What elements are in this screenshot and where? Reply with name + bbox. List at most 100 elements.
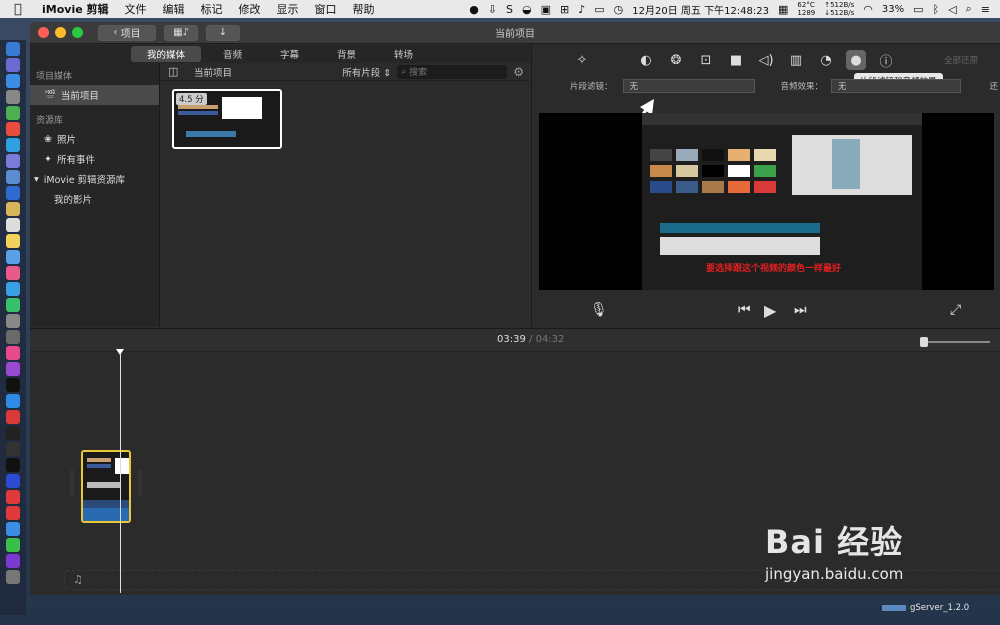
tab-titles[interactable]: 字幕 <box>264 46 315 62</box>
s-app-icon[interactable]: S <box>506 3 513 16</box>
app-blue-icon[interactable] <box>6 138 20 152</box>
grid-icon[interactable]: ⊞ <box>560 3 569 16</box>
gear-icon[interactable]: ⚙ <box>513 65 524 79</box>
tab-transitions[interactable]: 转场 <box>378 46 429 62</box>
menu-app-name[interactable]: iMovie 剪辑 <box>42 1 109 17</box>
projects-back-button[interactable]: ‹ 项目 <box>98 24 156 41</box>
calendar-icon[interactable] <box>6 218 20 232</box>
battery-icon[interactable]: ▭ <box>913 3 923 16</box>
skip-back-icon[interactable]: ⏮ <box>738 302 751 318</box>
safari-icon[interactable] <box>6 74 20 88</box>
play-icon[interactable]: ▶ <box>764 301 776 320</box>
speed-icon[interactable]: ◔ <box>816 50 836 70</box>
menu-modify[interactable]: 修改 <box>239 1 261 17</box>
tab-my-media[interactable]: 我的媒体 <box>130 46 201 62</box>
timeline-clip[interactable] <box>81 450 131 523</box>
preview-icon[interactable] <box>6 330 20 344</box>
skip-forward-icon[interactable]: ⏭ <box>794 302 807 318</box>
volume-icon[interactable]: ◁) <box>756 50 776 70</box>
menu-view[interactable]: 显示 <box>277 1 299 17</box>
imovie-icon[interactable] <box>6 554 20 568</box>
clip-filter-dropdown[interactable]: 所有片段 ⇕ <box>342 65 391 79</box>
android-icon[interactable] <box>6 106 20 120</box>
info-icon[interactable]: ⓘ <box>876 50 896 70</box>
s-square-icon[interactable]: ▣ <box>541 3 551 16</box>
menu-file[interactable]: 文件 <box>125 1 147 17</box>
clock-icon[interactable]: ◷ <box>614 3 624 16</box>
console-icon[interactable] <box>6 458 20 472</box>
wechat-icon[interactable] <box>6 538 20 552</box>
playhead-marker[interactable] <box>116 349 124 355</box>
network-readout[interactable]: ↑512B/s ↓512B/s <box>824 1 854 17</box>
notification-icon[interactable]: ≡ <box>981 3 990 16</box>
window-icon[interactable]: ▦ <box>778 3 788 16</box>
reset-all-button[interactable]: 全部还原 <box>944 54 978 66</box>
rocket-icon[interactable] <box>6 90 20 104</box>
zoom-slider-knob[interactable] <box>920 337 928 347</box>
tab-audio[interactable]: 音频 <box>207 46 258 62</box>
vivaldi-icon[interactable] <box>6 410 20 424</box>
trim-handle-left[interactable] <box>70 470 74 496</box>
trim-handle-right[interactable] <box>138 470 142 496</box>
spotlight-icon[interactable]: ⌕ <box>966 2 972 16</box>
messages-icon[interactable] <box>6 282 20 296</box>
app-blue3-icon[interactable] <box>6 522 20 536</box>
zoom-button[interactable] <box>72 27 83 38</box>
itunes-icon[interactable] <box>6 346 20 360</box>
video-viewer[interactable]: 要选择跟这个视频的颜色一样最好 <box>539 113 994 290</box>
fullscreen-icon[interactable]: ⤢ <box>950 302 961 318</box>
tray-app-icon[interactable]: ● <box>469 3 479 16</box>
clip-filter-selector[interactable]: 无 <box>622 79 755 93</box>
download-icon[interactable]: ⇩ <box>488 3 497 16</box>
clip-filter-icon[interactable]: ● <box>846 50 866 70</box>
photos-icon[interactable] <box>6 266 20 280</box>
camera-icon[interactable] <box>6 314 20 328</box>
app-blue2-icon[interactable] <box>6 186 20 200</box>
sidebar-toggle-icon[interactable]: ◫ <box>168 65 184 78</box>
zoom-slider[interactable] <box>920 337 990 347</box>
equalizer-icon[interactable]: ▥ <box>786 50 806 70</box>
audio-effect-selector[interactable]: 无 <box>831 79 962 93</box>
microphone-icon[interactable]: 🎙 <box>590 302 608 318</box>
app-store-icon[interactable] <box>6 394 20 408</box>
trash-icon[interactable] <box>6 570 20 584</box>
search-field[interactable]: ⌕ 搜索 <box>397 64 508 79</box>
sidebar-item-current-project[interactable]: 🎬 当前项目 <box>30 85 159 105</box>
tab-backgrounds[interactable]: 背景 <box>321 46 372 62</box>
maps-icon[interactable] <box>6 250 20 264</box>
menu-help[interactable]: 帮助 <box>353 1 375 17</box>
chrome-icon[interactable] <box>6 122 20 136</box>
color-palette-icon[interactable]: ❂ <box>666 50 686 70</box>
temp-fan-readout[interactable]: 62°C 1289 <box>797 1 815 17</box>
display-icon[interactable]: ▭ <box>594 3 604 16</box>
stickies-icon[interactable] <box>6 234 20 248</box>
datetime[interactable]: 12月20日 周五 下午12:48:23 <box>632 2 769 17</box>
launchpad-icon[interactable] <box>6 58 20 72</box>
vpn-icon[interactable] <box>6 474 20 488</box>
minimize-button[interactable] <box>55 27 66 38</box>
volume-icon[interactable]: ◁ <box>948 3 956 16</box>
yandex-icon[interactable] <box>6 490 20 504</box>
music-icon[interactable]: ♪ <box>578 3 585 16</box>
app-doc-icon[interactable] <box>6 170 20 184</box>
netease-music-icon[interactable] <box>6 506 20 520</box>
wifi-icon[interactable]: ◠ <box>863 3 873 16</box>
facetime-icon[interactable] <box>6 298 20 312</box>
close-button[interactable] <box>38 27 49 38</box>
magic-wand-icon[interactable]: ✧ <box>572 50 592 70</box>
sidebar-item-photos[interactable]: ❀ 照片 <box>30 129 159 149</box>
notes-icon[interactable] <box>6 202 20 216</box>
battery-percent[interactable]: 33% <box>882 4 904 15</box>
sidebar-item-all-events[interactable]: ✦ 所有事件 <box>30 149 159 169</box>
podcasts-icon[interactable] <box>6 362 20 376</box>
disclosure-triangle-icon[interactable]: ▾ <box>34 174 39 185</box>
finder-icon[interactable] <box>6 42 20 56</box>
crop-icon[interactable]: ⊡ <box>696 50 716 70</box>
menu-mark[interactable]: 标记 <box>201 1 223 17</box>
menu-window[interactable]: 窗口 <box>315 1 337 17</box>
ghost-icon[interactable]: ◒ <box>522 3 532 16</box>
apple-icon[interactable]:  <box>14 2 28 17</box>
app-purple-icon[interactable] <box>6 154 20 168</box>
import-button[interactable]: ↓ <box>206 24 240 41</box>
sidebar-item-my-movie[interactable]: 我的影片 <box>30 189 159 209</box>
